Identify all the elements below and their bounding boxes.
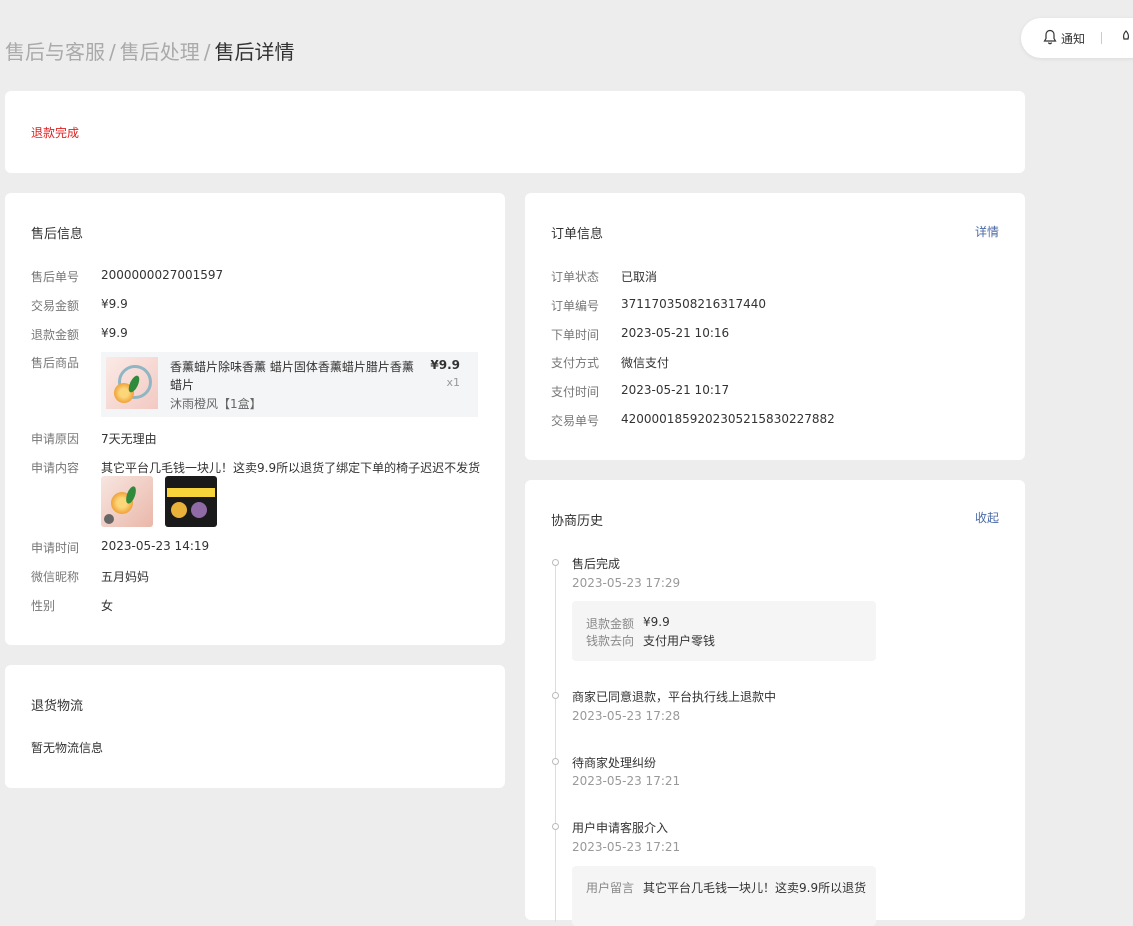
evidence-video-thumbnail[interactable] (101, 476, 153, 527)
refund-amount-value: ¥9.9 (101, 326, 128, 340)
gender-label: 性别 (31, 599, 56, 613)
timeline-line (555, 562, 556, 922)
after-sale-no-value: 2000000027001597 (101, 268, 224, 282)
evidence-image-thumbnail[interactable] (165, 476, 217, 527)
content-row: 申请内容 其它平台几毛钱一块儿！这卖9.9所以退货了绑定下单的椅子迟迟不发货 (31, 459, 480, 476)
nickname-value: 五月妈妈 (101, 570, 150, 584)
product-label: 售后商品 (31, 356, 80, 370)
page-title: 售后详情 (214, 40, 295, 64)
pay-method-row: 支付方式 微信支付 (551, 354, 669, 371)
gender-row: 性别 女 (31, 597, 113, 614)
apply-time-row: 申请时间 2023-05-23 14:19 (31, 539, 209, 556)
negotiation-history-card: 协商历史 收起 售后完成 2023-05-23 17:29 退款金额 ¥9.9 … (525, 480, 1025, 926)
play-icon (104, 514, 114, 524)
order-status-label: 订单状态 (551, 270, 600, 284)
timeline-detail-box: 用户留言 其它平台几毛钱一块儿！这卖9.9所以退货 (572, 866, 876, 926)
timeline-dot (552, 758, 559, 765)
content-value: 其它平台几毛钱一块儿！这卖9.9所以退货了绑定下单的椅子迟迟不发货 (101, 461, 481, 475)
refund-status-text: 退款完成 (31, 126, 80, 140)
timeline-item-time: 2023-05-23 17:21 (572, 774, 681, 788)
product-spec: 沐雨橙风【1盒】 (170, 397, 262, 411)
order-status-value: 已取消 (621, 270, 658, 284)
apply-time-value: 2023-05-23 14:19 (101, 539, 210, 553)
reason-label: 申请原因 (31, 432, 80, 446)
gender-value: 女 (101, 599, 114, 613)
return-logistics-title: 退货物流 (31, 699, 84, 714)
refund-destination-detail: 钱款去向 支付用户零钱 (586, 634, 716, 648)
rocket-icon[interactable] (1120, 29, 1132, 47)
after-sale-info-card: 售后信息 售后单号 2000000027001597 交易金额 ¥9.9 退款金… (5, 193, 505, 645)
product-image (106, 357, 158, 409)
notify-label: 通知 (1061, 31, 1086, 46)
product-row: 售后商品 (31, 354, 101, 371)
topbar-divider (1101, 32, 1103, 44)
refund-amount-label: 退款金额 (31, 328, 80, 342)
order-time-row: 下单时间 2023-05-21 10:16 (551, 326, 729, 343)
reason-value: 7天无理由 (101, 432, 157, 446)
timeline-item-time: 2023-05-23 17:21 (572, 840, 681, 854)
collapse-history-link[interactable]: 收起 (975, 509, 999, 526)
refund-amount-row: 退款金额 ¥9.9 (31, 326, 128, 343)
order-time-value: 2023-05-21 10:16 (621, 326, 730, 340)
breadcrumb-separator: / (109, 40, 116, 64)
order-status-row: 订单状态 已取消 (551, 268, 657, 285)
trade-no-row: 交易单号 4200001859202305215830227882 (551, 412, 835, 429)
reason-row: 申请原因 7天无理由 (31, 430, 157, 447)
trade-no-label: 交易单号 (551, 414, 600, 428)
refund-status-card: 退款完成 (5, 91, 1025, 173)
breadcrumb-item-handling[interactable]: 售后处理 (120, 40, 200, 64)
order-no-row: 订单编号 3711703508216317440 (551, 297, 766, 314)
product-card[interactable]: 香薰蜡片除味香薰 蜡片固体香薰蜡片腊片香薰 蜡片 沐雨橙风【1盒】 ¥9.9 x… (101, 352, 478, 417)
top-action-bar: 通知 (1021, 18, 1133, 58)
timeline-item-title: 售后完成 (572, 557, 621, 571)
breadcrumb-separator: / (203, 40, 211, 64)
breadcrumb-item-service[interactable]: 售后与客服 (5, 40, 105, 64)
pay-time-value: 2023-05-21 10:17 (621, 383, 730, 397)
pay-method-value: 微信支付 (621, 356, 670, 370)
refund-amount-detail: 退款金额 ¥9.9 (586, 615, 670, 631)
negotiation-history-title: 协商历史 (551, 514, 604, 529)
nickname-row: 微信昵称 五月妈妈 (31, 568, 149, 585)
order-detail-link[interactable]: 详情 (975, 223, 999, 240)
trade-amount-value: ¥9.9 (101, 297, 128, 311)
trade-amount-label: 交易金额 (31, 299, 80, 313)
nickname-label: 微信昵称 (31, 570, 80, 584)
order-no-label: 订单编号 (551, 299, 600, 313)
product-quantity: x1 (446, 376, 460, 389)
timeline-dot (552, 692, 559, 699)
after-sale-no-label: 售后单号 (31, 270, 80, 284)
after-sale-no-row: 售后单号 2000000027001597 (31, 268, 223, 285)
order-time-label: 下单时间 (551, 328, 600, 342)
order-no-value: 3711703508216317440 (621, 297, 767, 311)
after-sale-info-title: 售后信息 (31, 227, 84, 242)
return-logistics-card: 退货物流 暂无物流信息 (5, 665, 505, 788)
timeline-dot (552, 559, 559, 566)
timeline-dot (552, 823, 559, 830)
timeline-item-title: 商家已同意退款，平台执行线上退款中 (572, 690, 777, 704)
notify-button[interactable]: 通知 (1043, 29, 1085, 48)
product-name: 香薰蜡片除味香薰 蜡片固体香薰蜡片腊片香薰 蜡片 (170, 360, 414, 392)
timeline-detail-box: 退款金额 ¥9.9 钱款去向 支付用户零钱 (572, 601, 876, 661)
bell-icon (1043, 29, 1061, 48)
apply-time-label: 申请时间 (31, 541, 80, 555)
timeline-item-time: 2023-05-23 17:29 (572, 576, 681, 590)
timeline-item-title: 待商家处理纠纷 (572, 756, 657, 770)
order-info-title: 订单信息 (551, 227, 604, 242)
trade-no-value: 4200001859202305215830227882 (621, 412, 835, 426)
breadcrumb: 售后与客服 / 售后处理 / 售后详情 (5, 36, 295, 65)
timeline-item-time: 2023-05-23 17:28 (572, 709, 681, 723)
pay-method-label: 支付方式 (551, 356, 600, 370)
timeline-item-title: 用户申请客服介入 (572, 821, 669, 835)
product-price: ¥9.9 (430, 358, 460, 372)
no-logistics-text: 暂无物流信息 (31, 741, 104, 755)
pay-time-label: 支付时间 (551, 385, 600, 399)
user-message-detail: 用户留言 其它平台几毛钱一块儿！这卖9.9所以退货 (586, 881, 867, 895)
trade-amount-row: 交易金额 ¥9.9 (31, 297, 128, 314)
order-info-card: 订单信息 详情 订单状态 已取消 订单编号 371170350821631744… (525, 193, 1025, 460)
pay-time-row: 支付时间 2023-05-21 10:17 (551, 383, 729, 400)
content-label: 申请内容 (31, 461, 80, 475)
